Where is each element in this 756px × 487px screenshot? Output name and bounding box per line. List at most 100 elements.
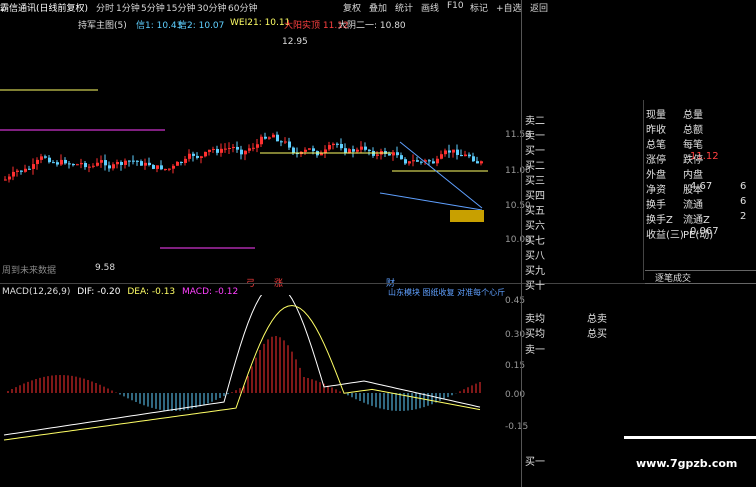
order-row: 卖二 <box>525 116 545 127</box>
quote-k2: PE(动) <box>683 230 714 241</box>
candle-body <box>76 164 79 166</box>
candle-body <box>280 141 283 143</box>
candle-body <box>172 165 175 169</box>
candle-body <box>396 152 399 156</box>
tab-right-zixuan[interactable]: +自选 <box>496 1 522 14</box>
tab-5min[interactable]: 5分钟 <box>141 1 165 14</box>
candle-body <box>352 149 355 152</box>
candle-body <box>164 168 167 170</box>
future-data-label: 周到未来数据 <box>2 266 57 276</box>
kline-chart <box>0 89 488 249</box>
candle-body <box>368 149 371 151</box>
candle-body <box>140 161 143 166</box>
quote-k: 净资 <box>646 185 666 196</box>
candle-body <box>256 144 259 148</box>
tab-30min[interactable]: 30分钟 <box>197 1 226 14</box>
candle-body <box>336 143 339 145</box>
candle-body <box>84 162 87 168</box>
candle-body <box>104 160 107 166</box>
dif-line <box>3 295 481 436</box>
candle-body <box>324 149 327 153</box>
candle-body <box>124 160 127 165</box>
quote-k: 换手 <box>646 200 666 211</box>
tab-1min[interactable]: 1分钟 <box>116 1 140 14</box>
candle-body <box>236 146 239 150</box>
side-divider <box>521 0 522 487</box>
tab-right-fuquan[interactable]: 复权 <box>343 1 361 14</box>
tab-right-huaxian[interactable]: 画线 <box>421 1 439 14</box>
candle-body <box>24 168 27 172</box>
candle-body <box>112 164 115 169</box>
quote-k: 昨收 <box>646 125 666 136</box>
candle-body <box>240 149 243 155</box>
candle-body <box>392 152 395 156</box>
candle-body <box>88 166 91 168</box>
quote-k2: 股本 <box>683 185 703 196</box>
candle-body <box>148 162 151 166</box>
candle-body <box>168 168 171 170</box>
candle-body <box>40 156 43 160</box>
order-row: 卖一 <box>525 131 545 142</box>
candle-body <box>136 160 139 162</box>
tab-right-tongji[interactable]: 统计 <box>395 1 413 14</box>
candle-body <box>332 143 335 146</box>
yellow-box <box>450 210 484 222</box>
candle-body <box>244 150 247 155</box>
tab-60min[interactable]: 60分钟 <box>228 1 257 14</box>
tab-right-diejia[interactable]: 叠加 <box>369 1 387 14</box>
total-sell-label: 总卖 <box>587 314 607 325</box>
candle-body <box>44 156 47 158</box>
tab-right-fanhui[interactable]: 返回 <box>530 1 548 14</box>
candle-body <box>428 160 431 162</box>
watermark: www.7gpzb.com <box>636 457 738 470</box>
candle-body <box>364 146 367 150</box>
order-row: 买二 <box>525 161 545 172</box>
candle-body <box>12 171 15 177</box>
candle-body <box>248 148 251 151</box>
quote-v2: 6 <box>740 181 747 192</box>
quote-k: 换手Z <box>646 215 673 226</box>
candle-body <box>64 159 67 164</box>
candle-body <box>408 161 411 164</box>
indicator-info: 持军主图(5) 信1: 10.43 信2: 10.07 WEI21: 10.11… <box>0 16 520 31</box>
trade-detail-title[interactable]: 逐笔成交 <box>645 270 756 284</box>
candle-body <box>120 161 123 165</box>
candle-body <box>192 153 195 156</box>
tab-right-f10[interactable]: F10 <box>447 1 464 11</box>
order-row: 买四 <box>525 191 545 202</box>
candle-body <box>436 158 439 164</box>
quote-k2: 每笔 <box>683 140 703 151</box>
candle-body <box>52 162 55 164</box>
candle-body <box>412 160 415 162</box>
candle-body <box>156 165 159 169</box>
candle-body <box>404 159 407 164</box>
quote-k2: 内盘 <box>683 170 703 181</box>
candle-body <box>16 170 19 172</box>
sell1-label: 卖一 <box>525 345 545 356</box>
candle-body <box>476 161 479 164</box>
candle-body <box>72 164 75 166</box>
candle-body <box>224 148 227 150</box>
candle-body <box>96 162 99 166</box>
candle-body <box>288 141 291 148</box>
order-row: 买七 <box>525 236 545 247</box>
tab-15min[interactable]: 15分钟 <box>166 1 195 14</box>
macd-tick-5: -0.15 <box>505 422 529 432</box>
candle-body <box>132 160 135 162</box>
candle-body <box>128 160 131 162</box>
candle-body <box>4 179 7 181</box>
candle-body <box>28 168 31 170</box>
candle-body <box>440 154 443 159</box>
macd-tick-1: 0.45 <box>505 296 526 306</box>
tab-fenshi[interactable]: 分时 <box>96 1 114 14</box>
candle-body <box>92 165 95 167</box>
candle-body <box>456 149 459 155</box>
candle-body <box>184 158 187 163</box>
candle-body <box>116 161 119 165</box>
tab-right-biaoji[interactable]: 标记 <box>470 1 488 14</box>
macd-tick-2: 0.30 <box>505 330 526 340</box>
order-row: 买三 <box>525 176 545 187</box>
candle-body <box>20 170 23 172</box>
wei21: WEI21: 10.11 <box>230 18 291 28</box>
candle-body <box>32 164 35 169</box>
